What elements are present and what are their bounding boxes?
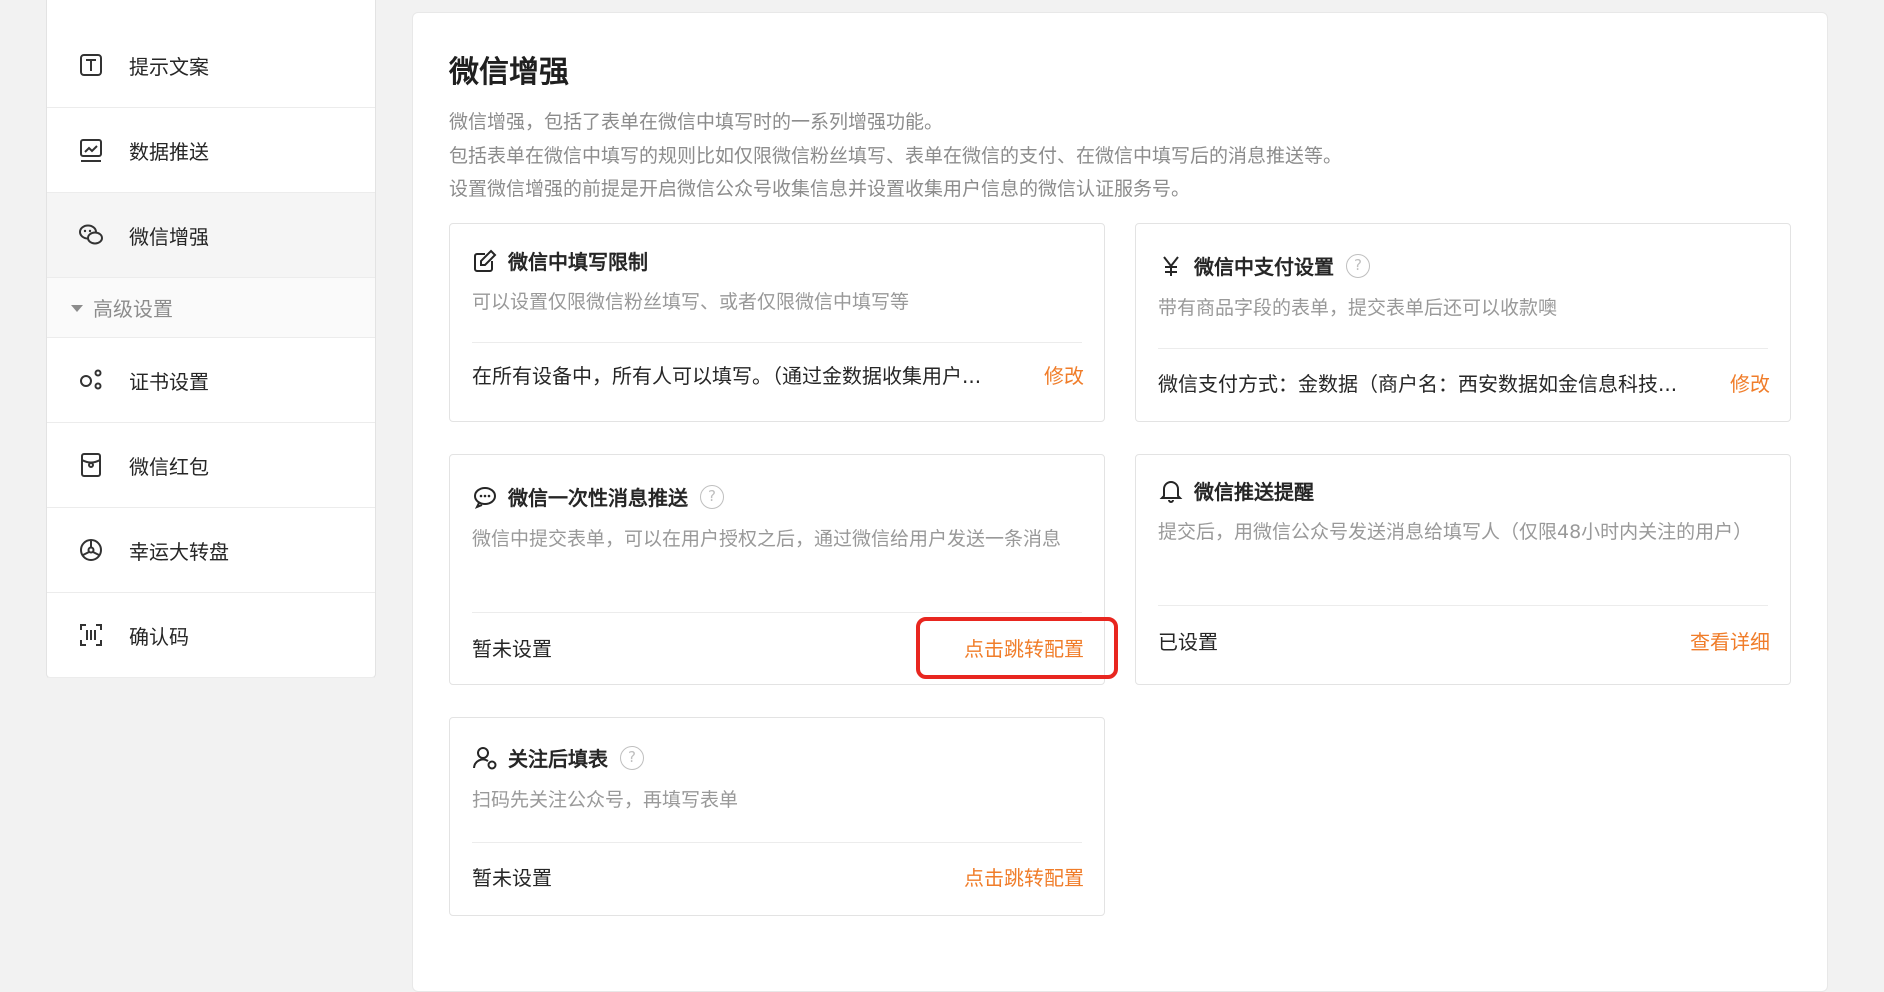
sidebar-item-label: 提示文案	[129, 54, 209, 79]
edit-payment-link[interactable]: 修改	[1730, 368, 1770, 397]
sidebar-item-label: 确认码	[129, 624, 189, 649]
sidebar-item-certificate[interactable]: 证书设置	[47, 338, 375, 423]
help-icon[interactable]: ?	[1346, 253, 1370, 278]
card-divider	[472, 612, 1082, 613]
card-title-text: 微信中支付设置	[1194, 255, 1334, 279]
card-description: 微信中提交表单，可以在用户授权之后，通过微信给用户发送一条消息	[472, 528, 1062, 550]
message-icon	[474, 486, 496, 509]
card-title-text: 关注后填表	[508, 747, 608, 771]
sidebar-item-lucky-wheel[interactable]: 幸运大转盘	[47, 508, 375, 593]
card-divider	[1158, 348, 1768, 349]
wechat-icon	[79, 224, 103, 245]
user-follow-icon	[473, 746, 497, 769]
sidebar-item-label: 幸运大转盘	[129, 539, 229, 564]
red-envelope-icon	[81, 453, 101, 477]
card-description: 带有商品字段的表单，提交表单后还可以收款噢	[1158, 297, 1558, 319]
chart-icon	[80, 139, 102, 162]
card-divider	[472, 842, 1082, 843]
sidebar-item-label: 微信增强	[129, 224, 209, 249]
card-wechat-fill-restriction: 微信中填写限制 可以设置仅限微信粉丝填写、或者仅限微信中填写等 在所有设备中，所…	[449, 223, 1105, 422]
help-icon[interactable]: ?	[620, 745, 644, 770]
card-title: 关注后填表 ?	[472, 743, 644, 772]
card-wechat-payment: 微信中支付设置 ? 带有商品字段的表单，提交表单后还可以收款噢 微信支付方式：金…	[1135, 223, 1791, 422]
card-title-text: 微信中填写限制	[508, 250, 648, 274]
card-wechat-push-reminder: 微信推送提醒 提交后，用微信公众号发送消息给填写人（仅限48小时内关注的用户） …	[1135, 454, 1791, 685]
help-icon[interactable]: ?	[700, 484, 724, 509]
yen-icon	[1163, 255, 1179, 276]
card-title: 微信一次性消息推送 ?	[472, 482, 724, 511]
page-description-line: 微信增强，包括了表单在微信中填写时的一系列增强功能。	[449, 111, 944, 133]
wheel-icon	[80, 539, 102, 561]
card-status: 在所有设备中，所有人可以填写。（通过金数据收集用户...	[472, 364, 982, 388]
sidebar-group-label: 高级设置	[93, 297, 173, 321]
sidebar-item-confirm-code[interactable]: 确认码	[47, 593, 375, 678]
card-follow-before-fill: 关注后填表 ? 扫码先关注公众号，再填写表单 暂未设置 点击跳转配置	[449, 717, 1105, 916]
card-divider	[472, 342, 1082, 343]
page-description-line: 设置微信增强的前提是开启微信公众号收集信息并设置收集用户信息的微信认证服务号。	[449, 178, 1191, 200]
card-title: 微信中填写限制	[472, 246, 648, 275]
text-icon	[80, 54, 102, 76]
view-details-link[interactable]: 查看详细	[1690, 626, 1770, 655]
card-description: 扫码先关注公众号，再填写表单	[472, 789, 739, 811]
sidebar-group-advanced[interactable]: 高级设置	[47, 278, 375, 338]
sidebar-item-prompt-text[interactable]: 提示文案	[47, 23, 375, 108]
card-title-text: 微信推送提醒	[1194, 480, 1314, 504]
card-description: 提交后，用微信公众号发送消息给填写人（仅限48小时内关注的用户）	[1158, 521, 1753, 543]
edit-restriction-link[interactable]: 修改	[1044, 360, 1084, 389]
page-description-line: 包括表单在微信中填写的规则比如仅限微信粉丝填写、表单在微信的支付、在微信中填写后…	[449, 145, 1343, 167]
card-title: 微信中支付设置 ?	[1158, 251, 1370, 280]
card-divider	[1158, 605, 1768, 606]
card-status: 暂未设置	[472, 637, 552, 661]
card-status: 已设置	[1158, 630, 1218, 654]
sidebar-item-data-push[interactable]: 数据推送	[47, 108, 375, 193]
highlight-annotation	[916, 617, 1118, 679]
sidebar-item-label: 数据推送	[129, 139, 209, 164]
sidebar-item-wechat-enhance[interactable]: 微信增强	[47, 193, 375, 278]
edit-icon	[474, 249, 497, 272]
sidebar-item-label: 证书设置	[129, 369, 209, 394]
card-status: 微信支付方式：金数据（商户名：西安数据如金信息科技...	[1158, 372, 1678, 396]
certificate-icon	[80, 369, 102, 390]
scan-code-icon	[80, 624, 102, 646]
card-status: 暂未设置	[472, 866, 552, 890]
sidebar-item-red-envelope[interactable]: 微信红包	[47, 423, 375, 508]
card-title: 微信推送提醒	[1158, 476, 1314, 505]
card-title-text: 微信一次性消息推送	[508, 486, 688, 510]
sidebar: 提示文案 数据推送 微信增强 高级设置 证书设置 微信红包 幸运大转盘 确认码	[46, 0, 376, 678]
bell-icon	[1159, 480, 1183, 503]
caret-down-icon	[71, 305, 83, 312]
sidebar-item-label: 微信红包	[129, 454, 209, 479]
main-panel: 微信增强 微信增强，包括了表单在微信中填写时的一系列增强功能。 包括表单在微信中…	[412, 12, 1828, 992]
page-title: 微信增强	[449, 55, 569, 90]
card-description: 可以设置仅限微信粉丝填写、或者仅限微信中填写等	[472, 291, 910, 313]
configure-follow-link[interactable]: 点击跳转配置	[964, 862, 1084, 891]
